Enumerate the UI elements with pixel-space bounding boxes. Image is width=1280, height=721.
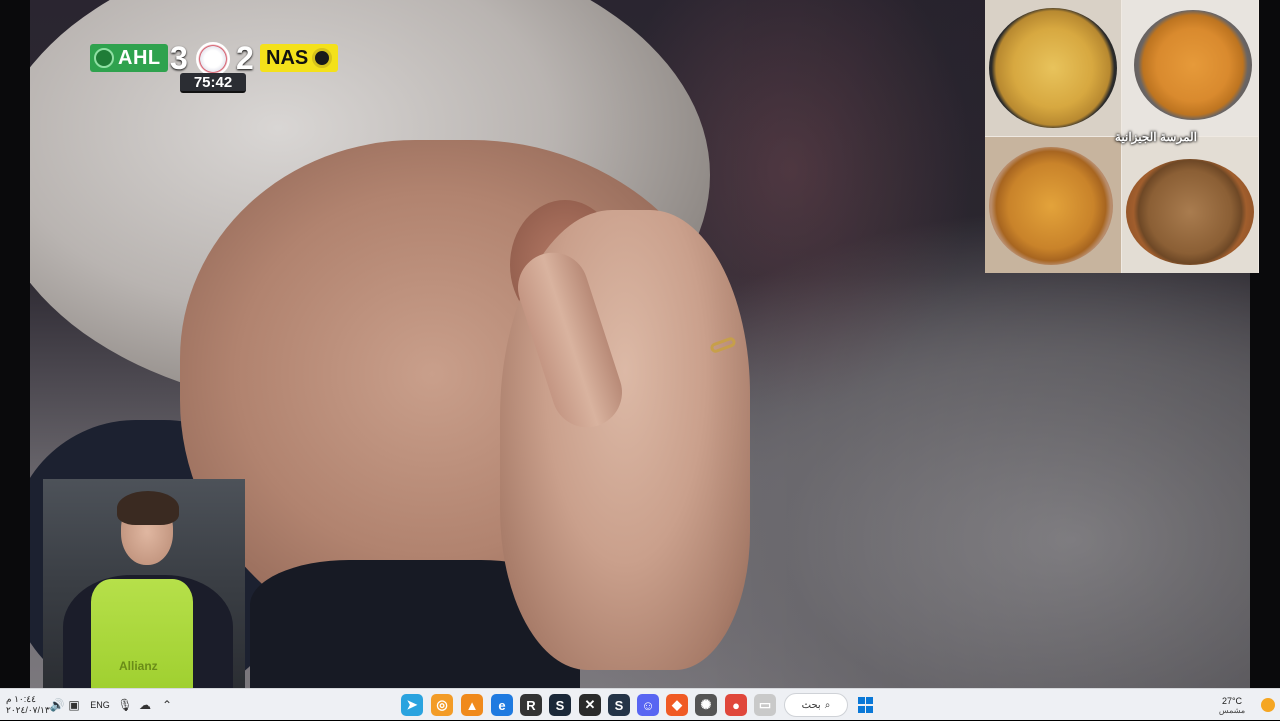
clock-time: ١٠:٤٤ م <box>6 694 36 704</box>
away-team-name: NAS <box>266 46 309 69</box>
weather-temp: 27°C <box>1221 695 1243 706</box>
steam-alt-icon[interactable]: S <box>607 689 631 721</box>
telegram-icon[interactable]: ➤ <box>400 689 424 721</box>
rockstar-icon[interactable]: R <box>519 689 543 721</box>
search-label: بحث <box>801 699 821 711</box>
file-explorer-icon[interactable]: ▭ <box>753 689 777 721</box>
food-image-2 <box>1122 0 1258 136</box>
food-pan-4 <box>1126 159 1254 265</box>
network-icon[interactable]: ▣ <box>67 689 81 721</box>
weather-desc: مشمس <box>1218 705 1246 715</box>
food-overlay: المرسة الجيزانية <box>985 0 1259 273</box>
player-hair <box>117 491 179 525</box>
clock-date: ٢٠٢٤/٠٧/١٣ <box>6 705 50 715</box>
food-image-1 <box>985 0 1121 136</box>
taskbar-search[interactable]: بحث ⌕ <box>784 693 848 717</box>
desktop-stage: AHL 3 2 NAS 75:42 المرسة الجيزانية Allia… <box>0 0 1280 688</box>
vlc-icon[interactable]: ▲ <box>460 689 484 721</box>
food-caption: المرسة الجيزانية <box>1114 130 1197 144</box>
chrome-icon[interactable]: ● <box>724 689 748 721</box>
steelseries-icon[interactable]: ✺ <box>694 689 718 721</box>
away-score: 2 <box>236 40 254 76</box>
brave-icon[interactable]: ◆ <box>665 689 689 721</box>
food-pan-2 <box>1134 10 1252 120</box>
player-inset: Allianz <box>43 479 245 688</box>
microphone-icon[interactable]: 🎙 <box>117 689 132 721</box>
xbox-icon[interactable]: ✕ <box>578 689 602 721</box>
food-image-4 <box>1122 137 1258 273</box>
home-team-name: AHL <box>118 46 161 69</box>
home-score: 3 <box>170 40 188 76</box>
steam-icon[interactable]: S <box>548 689 572 721</box>
volume-icon[interactable]: 🔊 <box>50 689 65 721</box>
home-team-tag: AHL <box>90 44 168 72</box>
onedrive-icon[interactable]: ☁ <box>138 689 152 721</box>
chevron-up-icon[interactable]: ⌃ <box>160 689 174 721</box>
discord-icon[interactable]: ☺ <box>636 689 660 721</box>
away-team-tag: NAS <box>260 44 338 72</box>
overwatch-icon[interactable]: ◎ <box>430 689 454 721</box>
edge-icon[interactable]: e <box>490 689 514 721</box>
language-indicator[interactable]: ENG <box>88 689 112 721</box>
system-clock[interactable]: ١٠:٤٤ م ٢٠٢٤/٠٧/١٣ <box>6 689 50 721</box>
food-pan-1 <box>989 8 1117 128</box>
windows-logo-icon <box>857 696 873 714</box>
league-logo-icon <box>196 42 230 76</box>
sun-icon <box>1260 689 1276 721</box>
start-button[interactable] <box>853 689 877 721</box>
food-pan-3 <box>989 147 1113 265</box>
search-icon: ⌕ <box>824 699 831 711</box>
home-team-badge-icon <box>94 48 114 68</box>
match-clock: 75:42 <box>180 73 246 93</box>
away-team-badge-icon <box>312 48 333 68</box>
weather-widget[interactable]: 27°C مشمس <box>1212 689 1252 721</box>
food-image-3 <box>985 137 1121 273</box>
taskbar: ١٠:٤٤ م ٢٠٢٤/٠٧/١٣ 🔊 ▣ ENG 🎙 ☁ ⌃ ➤ ◎ ▲ e… <box>0 688 1280 720</box>
scoreboard: AHL 3 2 NAS 75:42 <box>90 40 340 94</box>
player-bib-text: Allianz <box>119 659 158 673</box>
